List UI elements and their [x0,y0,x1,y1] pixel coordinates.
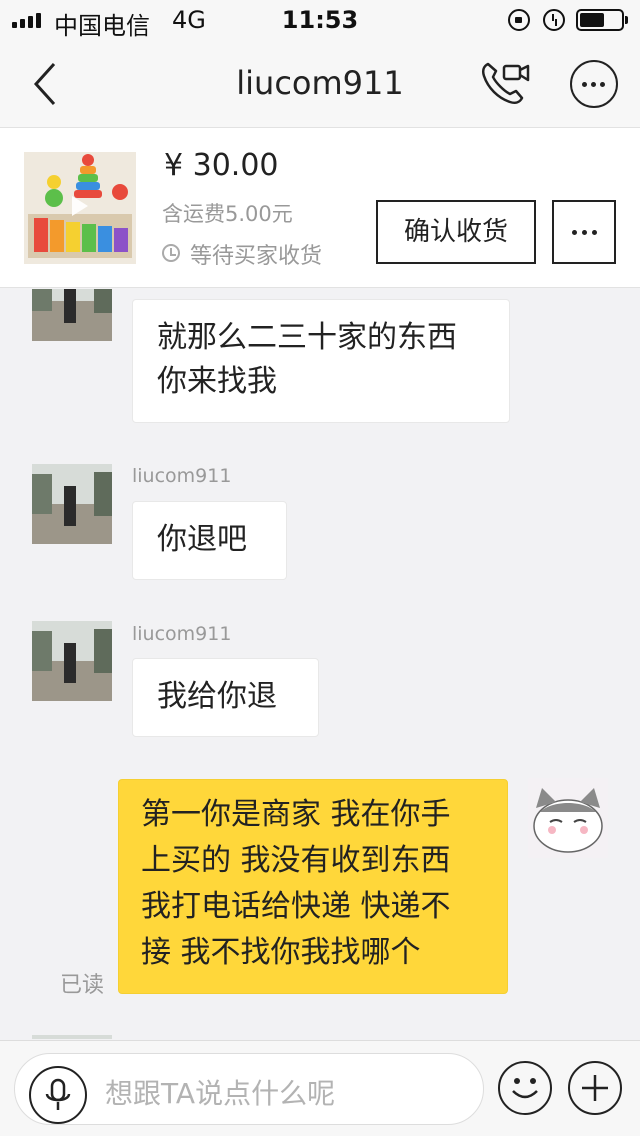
alarm-icon [543,9,565,31]
sender-name: liucom911 [132,465,232,487]
message-text: 接 我不找你我找哪个 [141,935,421,970]
shipping-fee: 含运费5.00元 [162,202,293,226]
product-thumbnail[interactable] [24,152,136,264]
message-text: 我给你退 [157,679,277,714]
order-more-button[interactable] [552,200,616,264]
read-receipt: 已读 [60,973,105,998]
avatar[interactable] [32,1035,112,1039]
message-input[interactable]: 想跟TA说点什么呢 [14,1053,484,1125]
input-placeholder: 想跟TA说点什么呢 [105,1077,336,1110]
message-text: 上买的 我没有收到东西 [141,843,451,878]
message-input-bar: 想跟TA说点什么呢 [0,1040,640,1136]
voice-video-call-icon[interactable] [478,58,532,108]
product-price: ¥ 30.00 [164,148,279,183]
microphone-icon[interactable] [29,1066,87,1124]
confirm-receipt-button[interactable]: 确认收货 [376,200,536,264]
plus-icon[interactable] [568,1061,622,1115]
more-options-icon[interactable] [570,60,618,108]
order-card: ¥ 30.00 含运费5.00元 等待买家收货 确认收货 [0,128,640,288]
nav-bar: liucom911 [0,40,640,128]
message-text: 就那么二三十家的东西 [157,320,457,355]
emoji-icon[interactable] [498,1061,552,1115]
clock-icon [162,244,180,262]
message-bubble-self[interactable]: 第一你是商家 我在你手 上买的 我没有收到东西 我打电话给快递 快递不 接 我不… [118,779,508,994]
chat-messages[interactable]: 就那么二三十家的东西 你来找我 liucom911 你退吧 liucom911 … [0,289,640,1039]
message-bubble[interactable]: 我给你退 [132,658,319,737]
sender-name: liucom911 [132,623,232,645]
message-text: 你来找我 [157,364,277,399]
status-bar: 中国电信 4G 11:53 [0,0,640,40]
message-bubble[interactable]: 你退吧 [132,501,287,580]
message-text: 你退吧 [157,522,247,557]
order-status: 等待买家收货 [190,244,323,269]
avatar[interactable] [32,289,112,341]
rotation-lock-icon [508,9,530,31]
avatar[interactable] [32,621,112,701]
chat-title: liucom911 [236,64,404,102]
message-bubble[interactable]: 就那么二三十家的东西 你来找我 [132,299,510,423]
battery-icon [576,9,628,31]
message-text: 我打电话给快递 快递不 [141,889,451,924]
back-chevron-icon[interactable] [24,60,72,108]
avatar[interactable] [32,464,112,544]
message-text: 第一你是商家 我在你手 [141,797,451,832]
self-avatar[interactable] [528,778,608,858]
